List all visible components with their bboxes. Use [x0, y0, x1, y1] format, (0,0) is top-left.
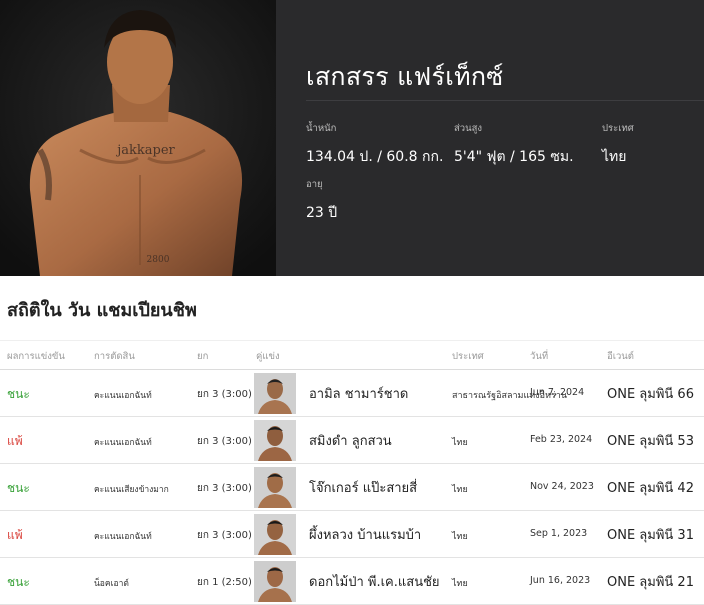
method: คะแนนเสียงข้างมาก — [94, 485, 169, 495]
stat-weight: น้ำหนัก 134.04 ป. / 60.8 กก. — [306, 121, 443, 168]
stat-country: ประเทศ ไทย — [602, 121, 634, 168]
fighter-portrait-image: jakkaper 2800 — [0, 0, 276, 276]
fight-row[interactable]: ชนะ น็อคเอาต์ ยก 1 (2:50) ดอกไม้ป่า พี.เ… — [0, 558, 704, 605]
stat-label: อายุ — [306, 179, 323, 190]
date: Nov 24, 2023 — [530, 481, 594, 492]
round: ยก 3 (3:00) — [197, 530, 252, 541]
method: คะแนนเอกฉันท์ — [94, 532, 152, 542]
fight-row[interactable]: แพ้ คะแนนเอกฉันท์ ยก 3 (3:00) ผึ้งหลวง บ… — [0, 511, 704, 558]
method: น็อคเอาต์ — [94, 579, 129, 589]
belly-tattoo: 2800 — [147, 255, 170, 265]
date: Jun 16, 2023 — [530, 575, 591, 586]
country: ไทย — [452, 532, 468, 542]
event-link[interactable]: ONE ลุมพินี 66 — [607, 383, 694, 404]
round: ยก 1 (2:50) — [197, 577, 252, 588]
opponent-avatar[interactable] — [254, 514, 296, 555]
chest-tattoo: jakkaper — [115, 143, 175, 158]
divider — [306, 100, 704, 101]
stat-value: 23 ปี — [306, 205, 338, 221]
event-link[interactable]: ONE ลุมพินี 21 — [607, 571, 694, 592]
fighter-hero: jakkaper 2800 เสกสรร แฟร์เท็กซ์ น้ำหนัก … — [0, 0, 704, 276]
opponent-avatar[interactable] — [254, 373, 296, 414]
country: ไทย — [452, 485, 468, 495]
stat-value: 134.04 ป. / 60.8 กก. — [306, 149, 444, 165]
col-event: อีเวนต์ — [607, 351, 634, 362]
round: ยก 3 (3:00) — [197, 389, 252, 400]
opponent-name-link[interactable]: ผึ้งหลวง บ้านแรมบ้า — [309, 524, 421, 545]
country: ไทย — [452, 579, 468, 589]
country: ไทย — [452, 438, 468, 448]
stat-label: น้ำหนัก — [306, 123, 337, 134]
col-opponent: คู่แข่ง — [256, 351, 280, 362]
fighter-photo: jakkaper 2800 — [0, 0, 276, 276]
opponent-avatar[interactable] — [254, 420, 296, 461]
opponent-avatar[interactable] — [254, 561, 296, 602]
stat-value: 5'4" ฟุต / 165 ซม. — [454, 149, 574, 165]
opponent-name-link[interactable]: โจ๊กเกอร์ แป๊ะสายสี่ — [309, 477, 417, 498]
event-link[interactable]: ONE ลุมพินี 31 — [607, 524, 694, 545]
round: ยก 3 (3:00) — [197, 483, 252, 494]
result-badge: ชนะ — [7, 575, 30, 589]
date: Feb 23, 2024 — [530, 434, 593, 445]
result-badge: แพ้ — [7, 434, 23, 448]
method: คะแนนเอกฉันท์ — [94, 391, 152, 401]
stat-age: อายุ 23 ปี — [306, 177, 337, 224]
col-result: ผลการแข่งขัน — [7, 351, 65, 362]
date: Jun 7, 2024 — [530, 387, 585, 398]
opponent-name-link[interactable]: อามิล ชามาร์ชาด — [309, 383, 408, 404]
stat-value: ไทย — [602, 149, 627, 165]
result-badge: แพ้ — [7, 528, 23, 542]
col-date: วันที่ — [530, 351, 549, 362]
stat-label: ส่วนสูง — [454, 123, 483, 134]
fight-row[interactable]: แพ้ คะแนนเอกฉันท์ ยก 3 (3:00) สมิงดำ ลูก… — [0, 417, 704, 464]
opponent-avatar[interactable] — [254, 467, 296, 508]
opponent-name-link[interactable]: สมิงดำ ลูกสวน — [309, 430, 392, 451]
result-badge: ชนะ — [7, 387, 30, 401]
fighter-info-panel: เสกสรร แฟร์เท็กซ์ น้ำหนัก 134.04 ป. / 60… — [276, 0, 704, 276]
col-round: ยก — [197, 351, 209, 362]
event-link[interactable]: ONE ลุมพินี 42 — [607, 477, 694, 498]
fight-row[interactable]: ชนะ คะแนนเอกฉันท์ ยก 3 (3:00) อามิล ชามา… — [0, 370, 704, 417]
event-link[interactable]: ONE ลุมพินี 53 — [607, 430, 694, 451]
col-country: ประเทศ — [452, 351, 484, 362]
opponent-name-link[interactable]: ดอกไม้ป่า พี.เค.แสนชัย — [309, 571, 440, 592]
date: Sep 1, 2023 — [530, 528, 588, 539]
col-method: การตัดสิน — [94, 351, 135, 362]
round: ยก 3 (3:00) — [197, 436, 252, 447]
history-title: สถิติใน วัน แชมเปียนชิพ — [7, 300, 197, 321]
history-table-header: ผลการแข่งขัน การตัดสิน ยก คู่แข่ง ประเทศ… — [0, 340, 704, 370]
fight-row[interactable]: ชนะ คะแนนเสียงข้างมาก ยก 3 (3:00) โจ๊กเก… — [0, 464, 704, 511]
stat-label: ประเทศ — [602, 123, 634, 134]
fighter-name: เสกสรร แฟร์เท็กซ์ — [306, 62, 504, 91]
stat-height: ส่วนสูง 5'4" ฟุต / 165 ซม. — [454, 121, 574, 168]
result-badge: ชนะ — [7, 481, 30, 495]
method: คะแนนเอกฉันท์ — [94, 438, 152, 448]
